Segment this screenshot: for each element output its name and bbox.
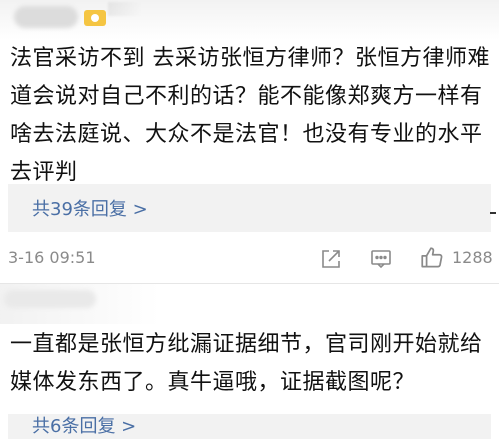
comment1-text: 法官采访不到 去采访张恒方律师？张恒方律师难道会说对自己不利的话？能不能像郑爽方… (10, 46, 490, 185)
like-count[interactable]: 1288 (452, 248, 493, 267)
badge-icon (84, 10, 106, 26)
header-decoration (108, 2, 142, 16)
thumbs-up-icon[interactable] (418, 244, 446, 272)
comment1-replies-link[interactable]: 共39条回复 > (8, 184, 491, 232)
replies-label: 共39条回复 > (32, 199, 148, 220)
comment-icon[interactable] (368, 246, 394, 272)
comment1-timestamp: 3-16 09:51 (8, 248, 96, 267)
edge-mark (490, 212, 496, 214)
comment2-username-blurred[interactable] (4, 290, 96, 308)
comment2-text: 一直都是张恒方纰漏证据细节，官司刚开始就给媒体发东西了。真牛逼哦，证据截图呢？ (10, 332, 483, 395)
replies-label: 共6条回复 > (32, 416, 137, 437)
comment2-replies-link[interactable]: 共6条回复 > (8, 414, 491, 439)
comment1-username-blurred[interactable] (14, 6, 78, 28)
share-icon[interactable] (318, 246, 344, 272)
